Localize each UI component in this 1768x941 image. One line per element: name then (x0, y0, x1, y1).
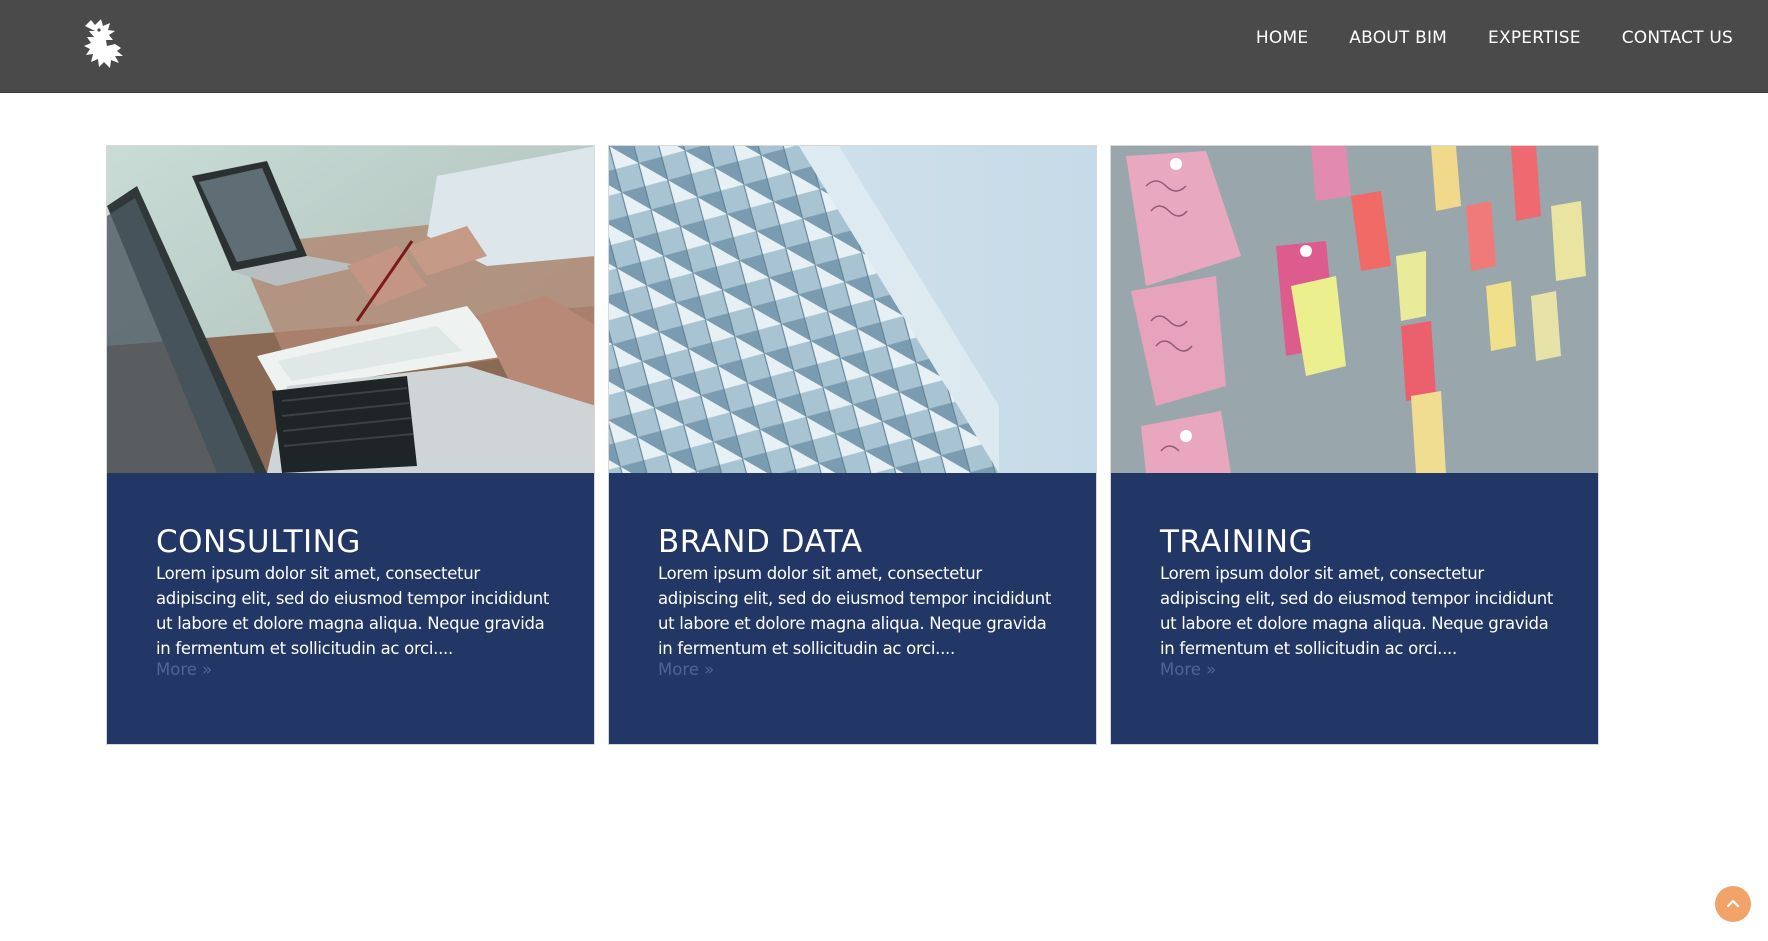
nav-home-link[interactable]: HOME (1256, 28, 1308, 48)
sticky-notes-wall-image (1111, 146, 1598, 473)
card-title: CONSULTING (156, 524, 361, 560)
laptops-meeting-image (107, 146, 594, 473)
scroll-to-top-button[interactable] (1715, 886, 1751, 922)
card-title: BRAND DATA (658, 524, 863, 560)
card-body: TRAINING Lorem ipsum dolor sit amet, con… (1111, 473, 1598, 744)
nav-about-link[interactable]: ABOUT BIM (1349, 28, 1447, 48)
card-description: Lorem ipsum dolor sit amet, consectetur … (658, 564, 1052, 658)
card-body: CONSULTING Lorem ipsum dolor sit amet, c… (107, 473, 594, 744)
card-title: TRAINING (1160, 524, 1314, 560)
main-nav: HOME ABOUT BIM EXPERTISE CONTACT US (1256, 0, 1768, 76)
site-header: HOME ABOUT BIM EXPERTISE CONTACT US (0, 0, 1768, 93)
nav-expertise-link[interactable]: EXPERTISE (1488, 28, 1581, 48)
card-body: BRAND DATA Lorem ipsum dolor sit amet, c… (609, 473, 1096, 744)
card-training[interactable]: TRAINING Lorem ipsum dolor sit amet, con… (1110, 145, 1599, 745)
more-link[interactable]: More » (156, 660, 212, 679)
glass-building-image (609, 146, 1096, 473)
griffin-logo-icon[interactable] (77, 16, 129, 72)
more-link[interactable]: More » (1160, 660, 1216, 679)
more-link[interactable]: More » (658, 660, 714, 679)
card-consulting[interactable]: CONSULTING Lorem ipsum dolor sit amet, c… (106, 145, 595, 745)
card-description: Lorem ipsum dolor sit amet, consectetur … (156, 564, 550, 658)
services-cards: CONSULTING Lorem ipsum dolor sit amet, c… (106, 145, 1599, 745)
card-description: Lorem ipsum dolor sit amet, consectetur … (1160, 564, 1554, 658)
chevron-up-icon (1726, 899, 1740, 908)
nav-contact-link[interactable]: CONTACT US (1622, 28, 1733, 48)
card-brand-data[interactable]: BRAND DATA Lorem ipsum dolor sit amet, c… (608, 145, 1097, 745)
